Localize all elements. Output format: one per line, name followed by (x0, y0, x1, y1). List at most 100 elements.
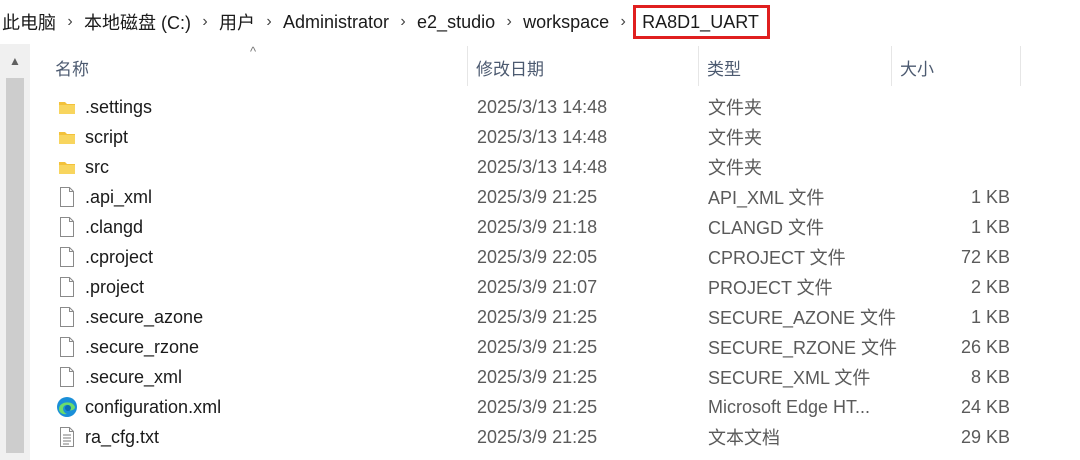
vertical-scrollbar[interactable]: ▲ (0, 44, 30, 460)
folder-icon (56, 92, 78, 122)
file-list: .settings 2025/3/13 14:48 文件夹 script 202… (30, 92, 1080, 452)
file-size: 2 KB (970, 276, 1010, 297)
column-header-type-label: 类型 (707, 59, 741, 79)
file-name: configuration.xml (85, 396, 222, 417)
file-size: 1 KB (970, 306, 1010, 327)
column-header-name-label: 名称 (55, 59, 89, 79)
file-date-modified: 2025/3/9 21:25 (477, 366, 598, 387)
file-type: SECURE_AZONE 文件 (708, 308, 897, 328)
file-size: 1 KB (970, 186, 1010, 207)
file-date-modified: 2025/3/9 21:25 (477, 396, 598, 417)
file-name: .cproject (85, 246, 154, 267)
file-row[interactable]: configuration.xml 2025/3/9 21:25 Microso… (30, 392, 1080, 422)
file-date-modified: 2025/3/13 14:48 (477, 156, 608, 177)
chevron-right-icon[interactable]: › (611, 13, 635, 31)
column-header-date[interactable]: 修改日期 (468, 44, 698, 90)
file-icon (56, 302, 78, 332)
file-type: 文件夹 (708, 158, 762, 178)
file-row[interactable]: .secure_rzone 2025/3/9 21:25 SECURE_RZON… (30, 332, 1080, 362)
file-name: .clangd (85, 216, 144, 237)
breadcrumb-administrator[interactable]: Administrator (281, 12, 391, 33)
file-row[interactable]: script 2025/3/13 14:48 文件夹 (30, 122, 1080, 152)
chevron-right-icon[interactable]: › (58, 13, 82, 31)
scrollbar-thumb[interactable] (6, 78, 24, 453)
file-type: 文件夹 (708, 98, 762, 118)
column-header: ^ 名称 修改日期 类型 大小 (30, 44, 1080, 90)
file-size (890, 152, 1010, 182)
file-type: SECURE_XML 文件 (708, 368, 871, 388)
breadcrumb-current-folder[interactable]: RA8D1_UART (633, 5, 770, 39)
file-name: .secure_azone (85, 306, 204, 327)
breadcrumb-workspace[interactable]: workspace (521, 12, 611, 33)
file-date-modified: 2025/3/9 21:25 (477, 186, 598, 207)
file-row[interactable]: .api_xml 2025/3/9 21:25 API_XML 文件 1 KB (30, 182, 1080, 212)
file-date-modified: 2025/3/9 21:25 (477, 336, 598, 357)
file-name: .secure_xml (85, 366, 183, 387)
file-row[interactable]: .secure_azone 2025/3/9 21:25 SECURE_AZON… (30, 302, 1080, 332)
file-icon (56, 362, 78, 392)
file-size: 24 KB (960, 396, 1010, 417)
column-header-type[interactable]: 类型 (699, 44, 891, 90)
file-size (890, 122, 1010, 152)
breadcrumb-local-disk[interactable]: 本地磁盘 (C:) (82, 9, 193, 35)
file-date-modified: 2025/3/9 21:25 (477, 426, 598, 447)
file-icon (56, 332, 78, 362)
file-date-modified: 2025/3/9 21:18 (477, 216, 598, 237)
breadcrumb-e2-studio[interactable]: e2_studio (415, 12, 497, 33)
file-date-modified: 2025/3/9 21:07 (477, 276, 598, 297)
chevron-right-icon[interactable]: › (391, 13, 415, 31)
file-date-modified: 2025/3/9 21:25 (477, 306, 598, 327)
folder-icon (56, 152, 78, 182)
file-date-modified: 2025/3/13 14:48 (477, 96, 608, 117)
file-row[interactable]: .clangd 2025/3/9 21:18 CLANGD 文件 1 KB (30, 212, 1080, 242)
text-file-icon (56, 422, 78, 452)
file-date-modified: 2025/3/9 22:05 (477, 246, 598, 267)
file-type: 文本文档 (708, 428, 780, 448)
folder-icon (56, 122, 78, 152)
column-header-name[interactable]: 名称 (47, 44, 467, 90)
file-type: PROJECT 文件 (708, 278, 833, 298)
file-row[interactable]: .secure_xml 2025/3/9 21:25 SECURE_XML 文件… (30, 362, 1080, 392)
file-type: CLANGD 文件 (708, 218, 825, 238)
file-icon (56, 272, 78, 302)
breadcrumb: 此电脑 › 本地磁盘 (C:) › 用户 › Administrator › e… (0, 0, 1080, 44)
file-size (890, 92, 1010, 122)
chevron-right-icon[interactable]: › (257, 13, 281, 31)
file-size: 72 KB (960, 246, 1010, 267)
breadcrumb-this-pc[interactable]: 此电脑 (0, 9, 58, 35)
file-size: 29 KB (960, 426, 1010, 447)
breadcrumb-users[interactable]: 用户 (217, 9, 257, 35)
file-size: 8 KB (970, 366, 1010, 387)
column-divider[interactable] (1020, 46, 1021, 86)
file-name: .project (85, 276, 145, 297)
file-type: CPROJECT 文件 (708, 248, 846, 268)
file-row[interactable]: src 2025/3/13 14:48 文件夹 (30, 152, 1080, 182)
file-type: SECURE_RZONE 文件 (708, 338, 898, 358)
column-header-size[interactable]: 大小 (892, 44, 1020, 90)
column-header-size-label: 大小 (900, 59, 934, 79)
chevron-right-icon[interactable]: › (193, 13, 217, 31)
column-header-date-label: 修改日期 (476, 59, 544, 79)
file-row[interactable]: .project 2025/3/9 21:07 PROJECT 文件 2 KB (30, 272, 1080, 302)
file-icon (56, 182, 78, 212)
file-name: ra_cfg.txt (85, 426, 160, 447)
file-row[interactable]: .settings 2025/3/13 14:48 文件夹 (30, 92, 1080, 122)
edge-icon (56, 392, 78, 422)
chevron-right-icon[interactable]: › (497, 13, 521, 31)
file-date-modified: 2025/3/13 14:48 (477, 126, 608, 147)
file-name: src (85, 156, 109, 177)
file-size: 1 KB (970, 216, 1010, 237)
file-type: API_XML 文件 (708, 188, 825, 208)
file-name: .secure_rzone (85, 336, 200, 357)
file-size: 26 KB (960, 336, 1010, 357)
file-type: 文件夹 (708, 128, 762, 148)
file-icon (56, 242, 78, 272)
file-type: Microsoft Edge HT... (708, 396, 871, 417)
file-name: script (85, 126, 129, 147)
file-row[interactable]: .cproject 2025/3/9 22:05 CPROJECT 文件 72 … (30, 242, 1080, 272)
scroll-up-icon[interactable]: ▲ (0, 50, 30, 72)
file-icon (56, 212, 78, 242)
file-name: .api_xml (85, 186, 153, 207)
file-name: .settings (85, 96, 153, 117)
file-row[interactable]: ra_cfg.txt 2025/3/9 21:25 文本文档 29 KB (30, 422, 1080, 452)
